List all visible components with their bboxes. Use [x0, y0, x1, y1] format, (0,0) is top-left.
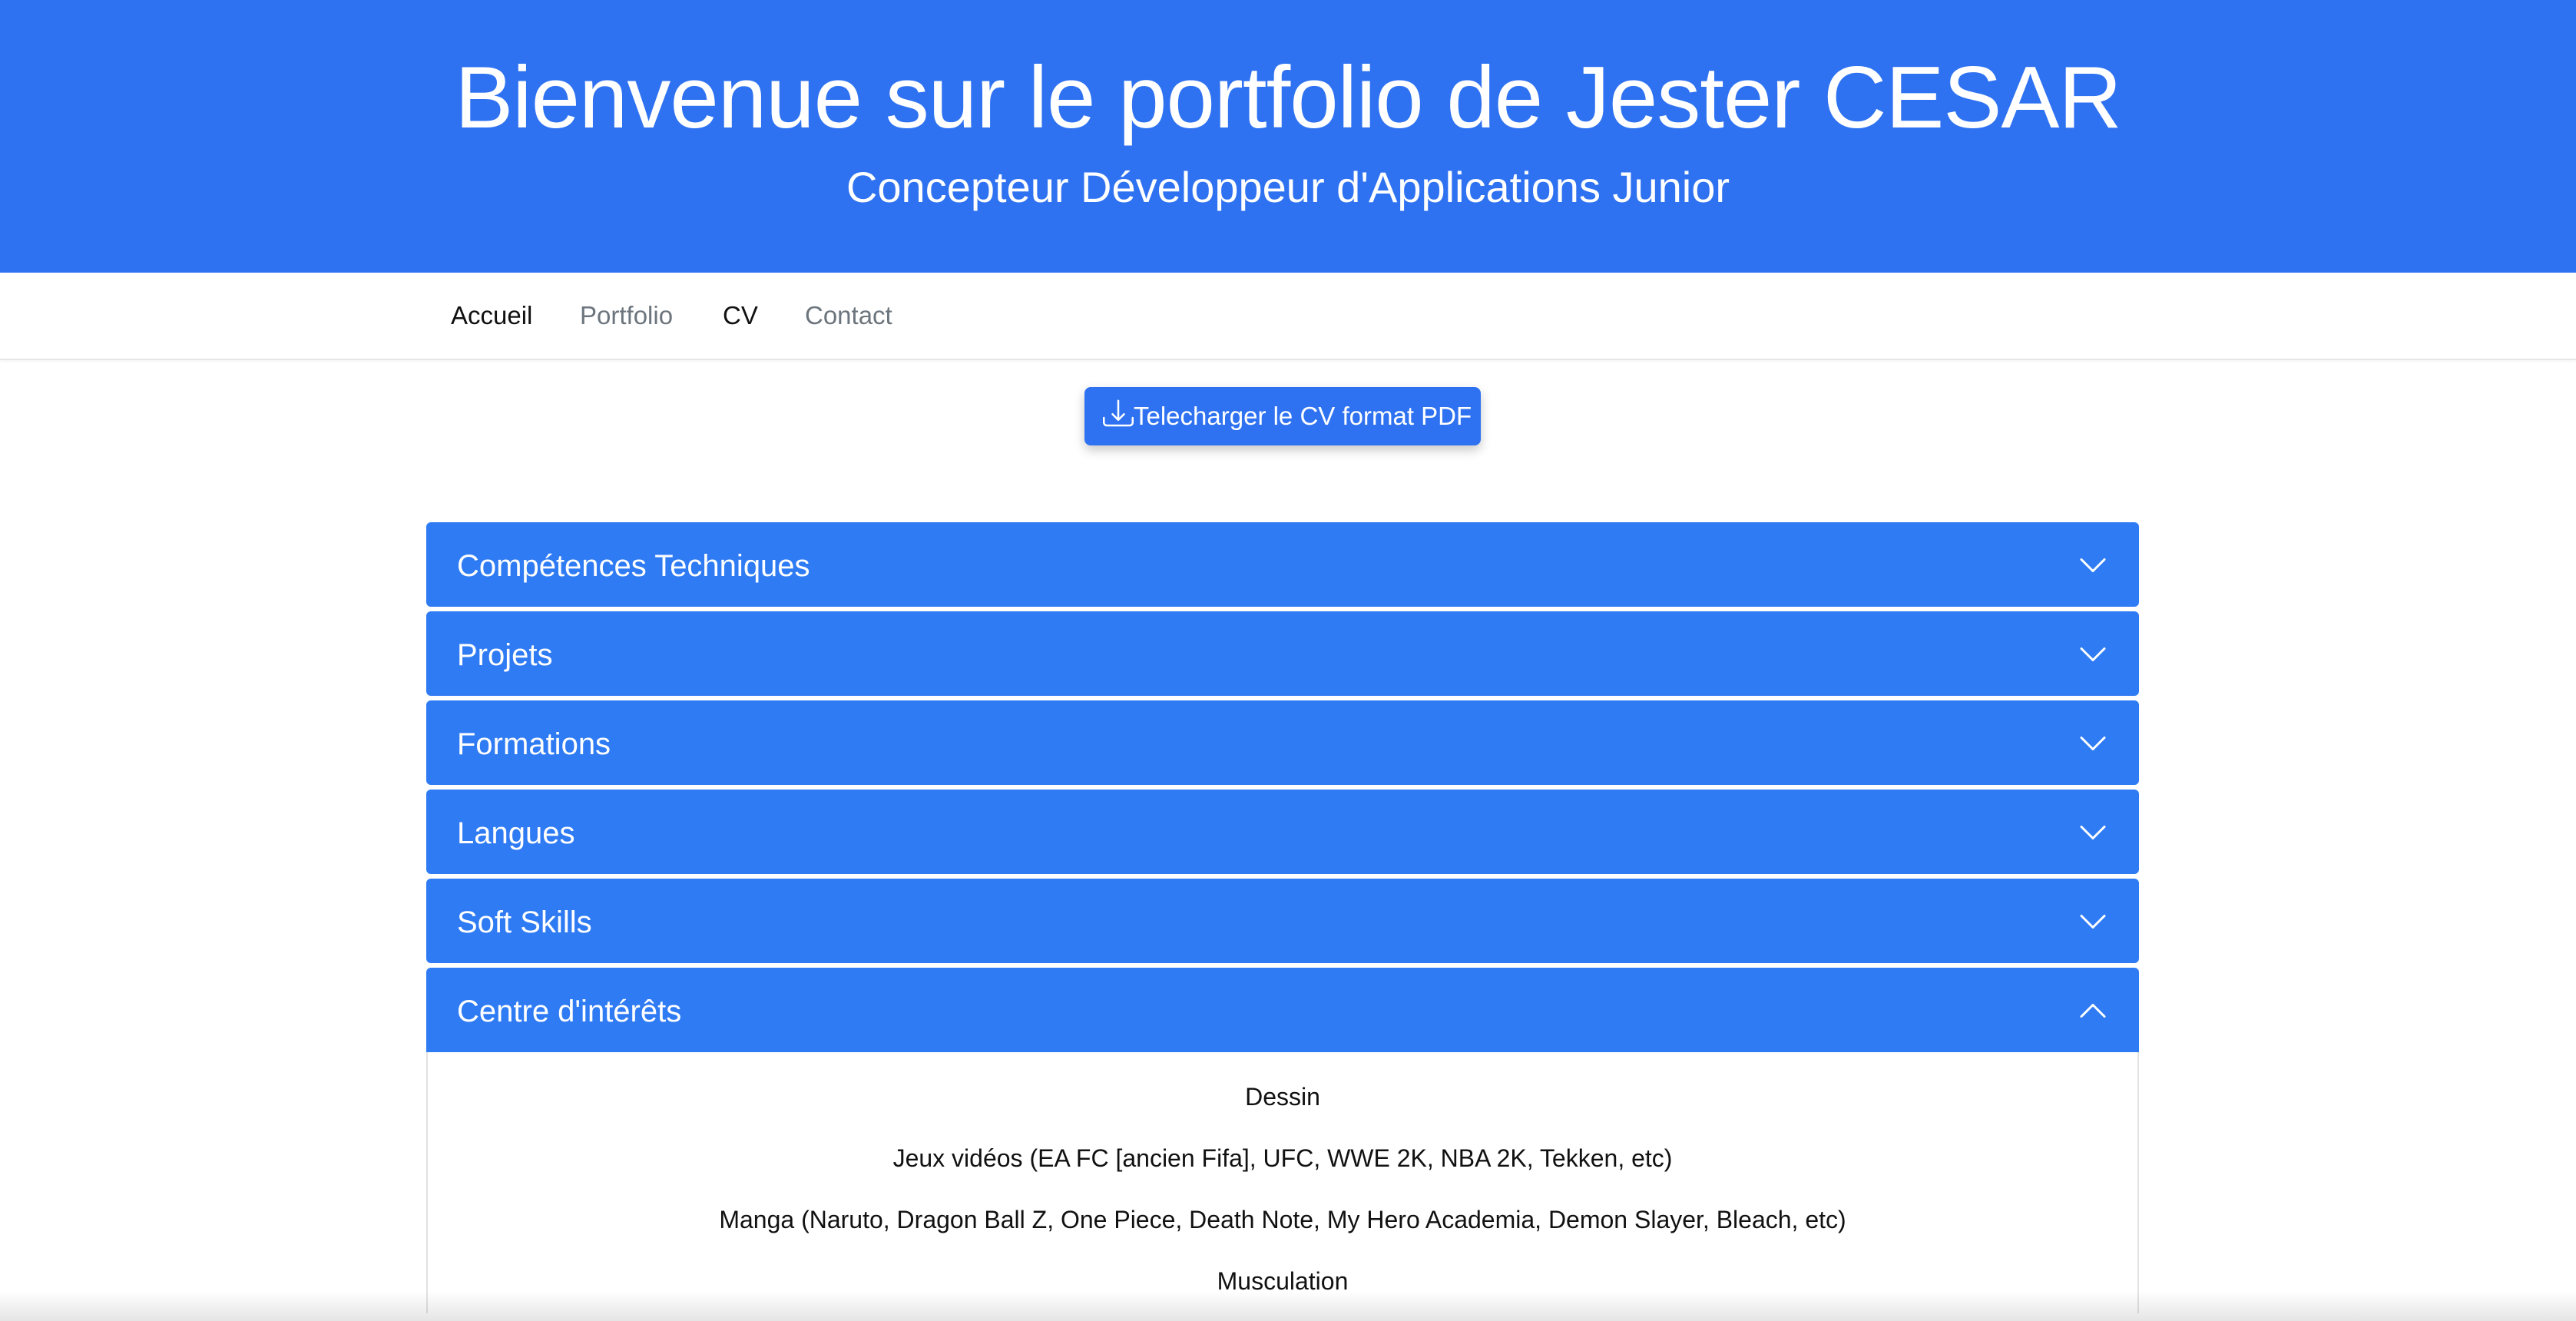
chevron-down-icon	[2080, 915, 2106, 929]
nav-item-portfolio[interactable]: Portfolio	[580, 300, 673, 331]
accordion-header-competences[interactable]: Compétences Techniques	[426, 522, 2139, 607]
accordion-title: Langues	[457, 816, 575, 850]
page-title: Bienvenue sur le portfolio de Jester CES…	[455, 49, 2121, 147]
accordion-body-centre-interets: Dessin Jeux vidéos (EA FC [ancien Fifa],…	[426, 1052, 2139, 1313]
page-subtitle: Concepteur Développeur d'Applications Ju…	[846, 163, 1730, 211]
interest-item: Dessin	[1245, 1083, 1320, 1111]
chevron-down-icon	[2080, 647, 2106, 661]
nav-item-cv[interactable]: CV	[723, 300, 758, 331]
download-cv-label: Telecharger le CV format PDF	[1134, 402, 1472, 430]
accordion-header-projets[interactable]: Projets	[426, 611, 2139, 696]
download-icon	[1103, 399, 1134, 427]
download-cv-button[interactable]: Telecharger le CV format PDF	[1084, 387, 1481, 445]
chevron-down-icon	[2080, 737, 2106, 750]
interest-item: Manga (Naruto, Dragon Ball Z, One Piece,…	[719, 1206, 1846, 1233]
chevron-down-icon	[2080, 826, 2106, 839]
interest-item: Jeux vidéos (EA FC [ancien Fifa], UFC, W…	[892, 1144, 1673, 1172]
accordion-header-formations[interactable]: Formations	[426, 700, 2139, 785]
page: Bienvenue sur le portfolio de Jester CES…	[0, 0, 2576, 1321]
hero-header: Bienvenue sur le portfolio de Jester CES…	[0, 0, 2576, 273]
accordion-title: Formations	[457, 727, 611, 761]
chevron-up-icon	[2080, 1004, 2106, 1018]
navbar: Accueil Portfolio CV Contact	[0, 273, 2576, 360]
nav-item-contact[interactable]: Contact	[805, 300, 892, 331]
accordion-title: Compétences Techniques	[457, 549, 810, 583]
accordion-title: Soft Skills	[457, 905, 592, 939]
accordion-title: Centre d'intérêts	[457, 995, 682, 1028]
accordion-header-langues[interactable]: Langues	[426, 790, 2139, 874]
accordion-header-soft-skills[interactable]: Soft Skills	[426, 879, 2139, 963]
accordion-header-centre-interets[interactable]: Centre d'intérêts	[426, 968, 2139, 1052]
accordion-title: Projets	[457, 638, 553, 672]
interest-item: Musculation	[1217, 1267, 1349, 1295]
cv-accordion: Compétences Techniques Projets Formation…	[426, 522, 2139, 1313]
chevron-down-icon	[2080, 558, 2106, 572]
nav-item-accueil[interactable]: Accueil	[451, 300, 532, 331]
